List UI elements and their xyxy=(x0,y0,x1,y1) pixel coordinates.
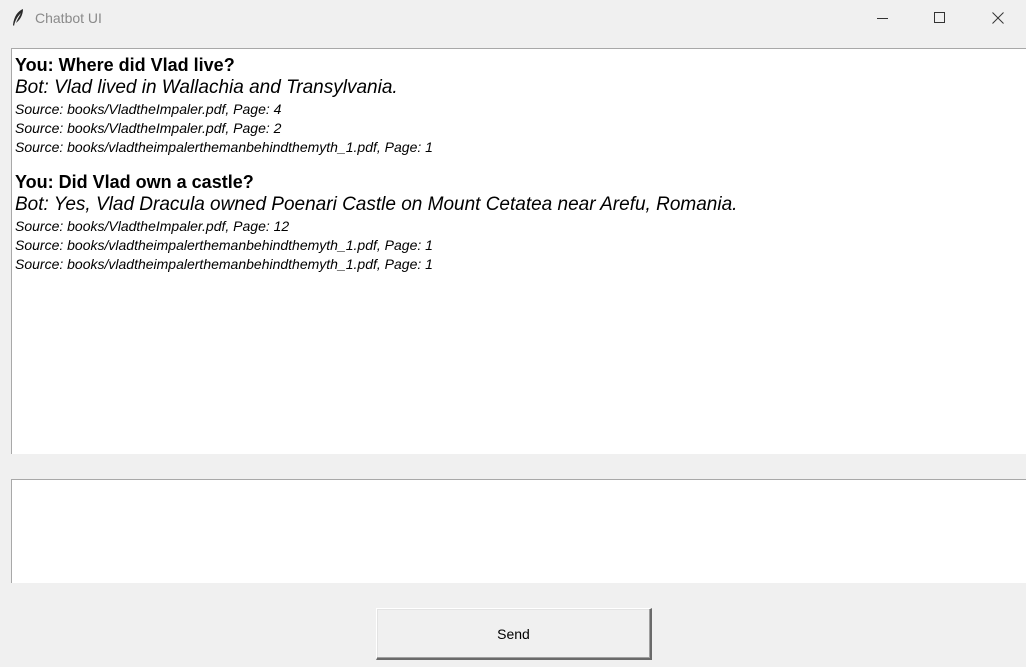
chatbot-window: Chatbot UI You: Where did Vlad live? Bot… xyxy=(0,0,1026,667)
window-title: Chatbot UI xyxy=(35,10,102,26)
message-input[interactable] xyxy=(11,479,1026,583)
message-exchange: You: Did Vlad own a castle? Bot: Yes, Vl… xyxy=(15,171,1026,274)
maximize-icon xyxy=(934,12,945,23)
maximize-button[interactable] xyxy=(912,0,968,36)
source-line: Source: books/vladtheimpalerthemanbehind… xyxy=(15,237,433,253)
bot-message: Bot: Vlad lived in Wallachia and Transyl… xyxy=(15,77,398,98)
source-line: Source: books/VladtheImpaler.pdf, Page: … xyxy=(15,120,282,136)
minimize-icon xyxy=(877,18,888,19)
close-icon xyxy=(992,12,1004,24)
source-line: Source: books/vladtheimpalerthemanbehind… xyxy=(15,139,433,155)
chat-history[interactable]: You: Where did Vlad live? Bot: Vlad live… xyxy=(11,48,1026,454)
user-message: You: Where did Vlad live? xyxy=(15,55,235,75)
source-line: Source: books/vladtheimpalerthemanbehind… xyxy=(15,256,433,272)
message-exchange: You: Where did Vlad live? Bot: Vlad live… xyxy=(15,54,1026,157)
title-bar[interactable]: Chatbot UI xyxy=(0,0,1026,36)
close-button[interactable] xyxy=(970,0,1026,36)
chat-content: You: Where did Vlad live? Bot: Vlad live… xyxy=(15,54,1026,288)
source-line: Source: books/VladtheImpaler.pdf, Page: … xyxy=(15,101,282,117)
bot-message: Bot: Yes, Vlad Dracula owned Poenari Cas… xyxy=(15,194,738,215)
user-message: You: Did Vlad own a castle? xyxy=(15,172,254,192)
feather-icon xyxy=(12,9,24,27)
send-button[interactable]: Send xyxy=(376,608,652,660)
source-line: Source: books/VladtheImpaler.pdf, Page: … xyxy=(15,218,290,234)
minimize-button[interactable] xyxy=(855,0,911,36)
